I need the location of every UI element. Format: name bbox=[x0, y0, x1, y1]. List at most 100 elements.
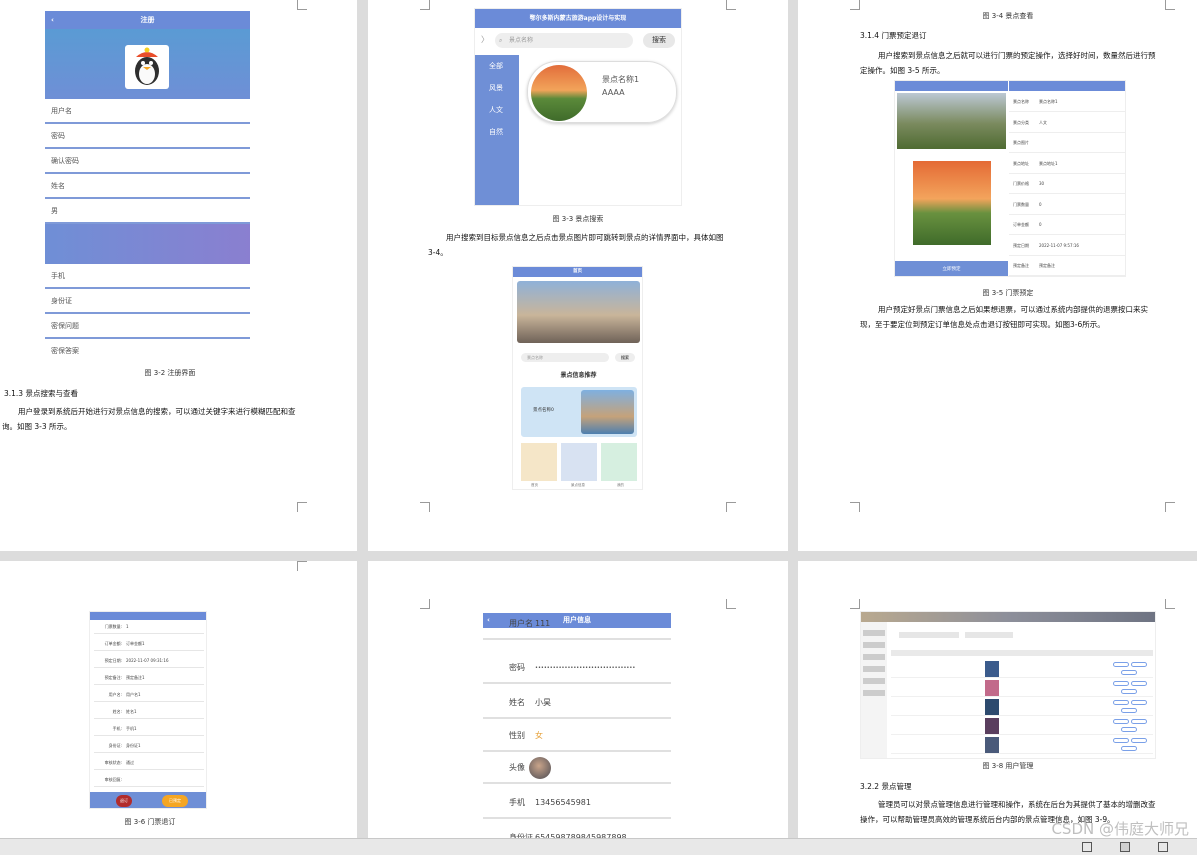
nav-spots[interactable]: 景点信息 bbox=[571, 483, 585, 488]
booking-form-value[interactable]: 2022-11-07 9:57:16 bbox=[1039, 243, 1079, 248]
booking-form-label: 门票数量 bbox=[1013, 201, 1029, 207]
cancel-button[interactable]: 退订 bbox=[116, 795, 132, 807]
category-nature[interactable]: 自然 bbox=[489, 127, 503, 137]
recommend-item-name: 景点名称0 bbox=[533, 408, 554, 413]
refund-value: 通过 bbox=[126, 760, 134, 765]
admin-row-button[interactable] bbox=[1113, 662, 1129, 667]
user-info-label: 头像 bbox=[509, 763, 525, 772]
booking-form-value[interactable]: 人文 bbox=[1039, 120, 1047, 126]
spot-level: AAAA bbox=[602, 88, 625, 97]
booking-form-label: 门票价格 bbox=[1013, 181, 1029, 186]
back-icon[interactable]: ‹ bbox=[51, 11, 54, 29]
admin-row-button[interactable] bbox=[1121, 708, 1137, 713]
admin-table-row bbox=[891, 679, 1153, 697]
field-phone[interactable]: 手机 bbox=[45, 264, 250, 289]
grid-item-1[interactable] bbox=[521, 443, 557, 481]
spot-thumbnail[interactable] bbox=[531, 65, 587, 121]
field-id-card[interactable]: 身份证 bbox=[45, 289, 250, 314]
admin-row-button[interactable] bbox=[1113, 738, 1129, 743]
user-info-row[interactable]: 手机 13456545981 bbox=[483, 788, 671, 819]
booking-form-value[interactable]: 景点地址1 bbox=[1039, 161, 1058, 167]
home-search-input[interactable]: 景点名称 bbox=[521, 353, 609, 362]
field-security-answer[interactable]: 密保答案 bbox=[45, 339, 250, 359]
admin-row-button[interactable] bbox=[1113, 681, 1129, 686]
admin-row-button[interactable] bbox=[1131, 738, 1147, 743]
recommend-image bbox=[581, 390, 634, 434]
section-heading-3-2-2: 3.2.2 景点管理 bbox=[860, 782, 912, 791]
nav-home[interactable]: 首页 bbox=[531, 483, 538, 488]
web-layout-icon[interactable] bbox=[1158, 842, 1168, 852]
field-security-question[interactable]: 密保问题 bbox=[45, 314, 250, 339]
booking-form-value[interactable]: 0 bbox=[1039, 222, 1042, 227]
figure-caption-3-5: 图 3-5 门票预定 bbox=[982, 289, 1034, 297]
booking-form-value[interactable]: 30 bbox=[1039, 181, 1044, 186]
avatar-banner bbox=[45, 29, 250, 99]
spot-card[interactable]: 景点名称1 AAAA bbox=[527, 61, 677, 123]
refund-label: 订单金额: bbox=[104, 641, 122, 646]
user-info-row[interactable]: 头像 bbox=[483, 753, 671, 784]
section-heading-3-1-4: 3.1.4 门票预定退订 bbox=[860, 31, 927, 40]
mountain-video[interactable] bbox=[897, 93, 1006, 149]
booking-form-row: 景点分类 人文 bbox=[1009, 114, 1125, 133]
figure-caption-3-8: 图 3-8 用户管理 bbox=[982, 762, 1034, 770]
paragraph-booking: 用户搜索到景点信息之后就可以进行门票的预定操作，选择好时间，数量然后进行预定操作… bbox=[860, 51, 1156, 75]
search-input[interactable]: ⌕ 景点名称 bbox=[495, 33, 633, 48]
admin-row-button[interactable] bbox=[1121, 670, 1137, 675]
field-name[interactable]: 姓名 bbox=[45, 174, 250, 199]
print-layout-icon[interactable] bbox=[1120, 842, 1130, 852]
user-info-value: •••••••••••••••••••••••••••••••••• bbox=[535, 665, 636, 671]
booking-form-value[interactable]: 0 bbox=[1039, 202, 1042, 207]
booking-form-value[interactable]: 预定备注 bbox=[1039, 263, 1055, 269]
admin-row-button[interactable] bbox=[1121, 689, 1137, 694]
field-confirm-password[interactable]: 确认密码 bbox=[45, 149, 250, 174]
admin-row-button[interactable] bbox=[1131, 681, 1147, 686]
document-page-3: 图 3-4 景点查看 3.1.4 门票预定退订 用户搜索到景点信息之后就可以进行… bbox=[798, 0, 1197, 551]
collapse-icon[interactable]: 〉 bbox=[481, 34, 489, 45]
field-password[interactable]: 密码 bbox=[45, 124, 250, 149]
read-mode-icon[interactable] bbox=[1082, 842, 1092, 852]
refund-label: 审核回复: bbox=[104, 777, 122, 782]
user-info-value: 111 bbox=[535, 619, 551, 628]
field-username[interactable]: 用户名 bbox=[45, 99, 250, 124]
photo-upload[interactable] bbox=[45, 224, 250, 264]
refund-value: 姓名1 bbox=[126, 709, 137, 714]
recommend-grid bbox=[521, 443, 637, 481]
booking-form-label: 景点图片 bbox=[1013, 140, 1029, 145]
refund-value: 用户名1 bbox=[126, 692, 141, 697]
book-button[interactable]: 立即预定 bbox=[895, 261, 1008, 276]
booked-button[interactable]: 已预定 bbox=[162, 795, 188, 807]
category-culture[interactable]: 人文 bbox=[489, 105, 503, 115]
avatar[interactable] bbox=[529, 757, 551, 779]
admin-row-button[interactable] bbox=[1131, 719, 1147, 724]
user-info-row[interactable]: 性别 女 bbox=[483, 721, 671, 752]
refund-value: 身份证1 bbox=[126, 743, 141, 748]
booking-form-row: 门票数量 0 bbox=[1009, 196, 1125, 215]
refund-value: 2022-11-07 09:31:16 bbox=[126, 658, 169, 663]
user-info-row[interactable]: 姓名 小昊 bbox=[483, 688, 671, 719]
admin-row-button[interactable] bbox=[1131, 700, 1147, 705]
category-all[interactable]: 全部 bbox=[489, 61, 503, 71]
refund-value: 预定备注1 bbox=[126, 675, 145, 680]
admin-row-button[interactable] bbox=[1113, 700, 1129, 705]
admin-table-row bbox=[891, 698, 1153, 716]
admin-row-button[interactable] bbox=[1121, 727, 1137, 732]
grid-item-3[interactable] bbox=[601, 443, 637, 481]
spot-name: 景点名称1 bbox=[602, 75, 640, 84]
admin-row-button[interactable] bbox=[1131, 662, 1147, 667]
search-button[interactable]: 搜索 bbox=[643, 33, 675, 48]
category-scenery[interactable]: 风景 bbox=[489, 83, 503, 93]
document-page-1: ‹ 注册 用户名 密码 确认密码 姓名 男 手机 身份证 密保问题 密保答案 图… bbox=[0, 0, 357, 551]
booking-form-value[interactable]: 景点名称1 bbox=[1039, 99, 1058, 105]
admin-topbar bbox=[861, 612, 1155, 622]
user-info-row[interactable]: 密码 •••••••••••••••••••••••••••••••••• bbox=[483, 653, 671, 684]
field-gender[interactable]: 男 bbox=[45, 199, 250, 224]
nav-mine[interactable]: 我的 bbox=[617, 483, 624, 488]
home-search-button[interactable]: 搜索 bbox=[615, 353, 635, 362]
admin-row-button[interactable] bbox=[1113, 719, 1129, 724]
refund-label: 姓名: bbox=[112, 709, 122, 714]
user-info-row[interactable]: 用户名 111 bbox=[483, 613, 671, 640]
grid-item-2[interactable] bbox=[561, 443, 597, 481]
recommend-card[interactable]: 景点名称0 bbox=[521, 387, 637, 437]
admin-row-button[interactable] bbox=[1121, 746, 1137, 751]
refund-value: 订单金额1 bbox=[126, 641, 145, 646]
